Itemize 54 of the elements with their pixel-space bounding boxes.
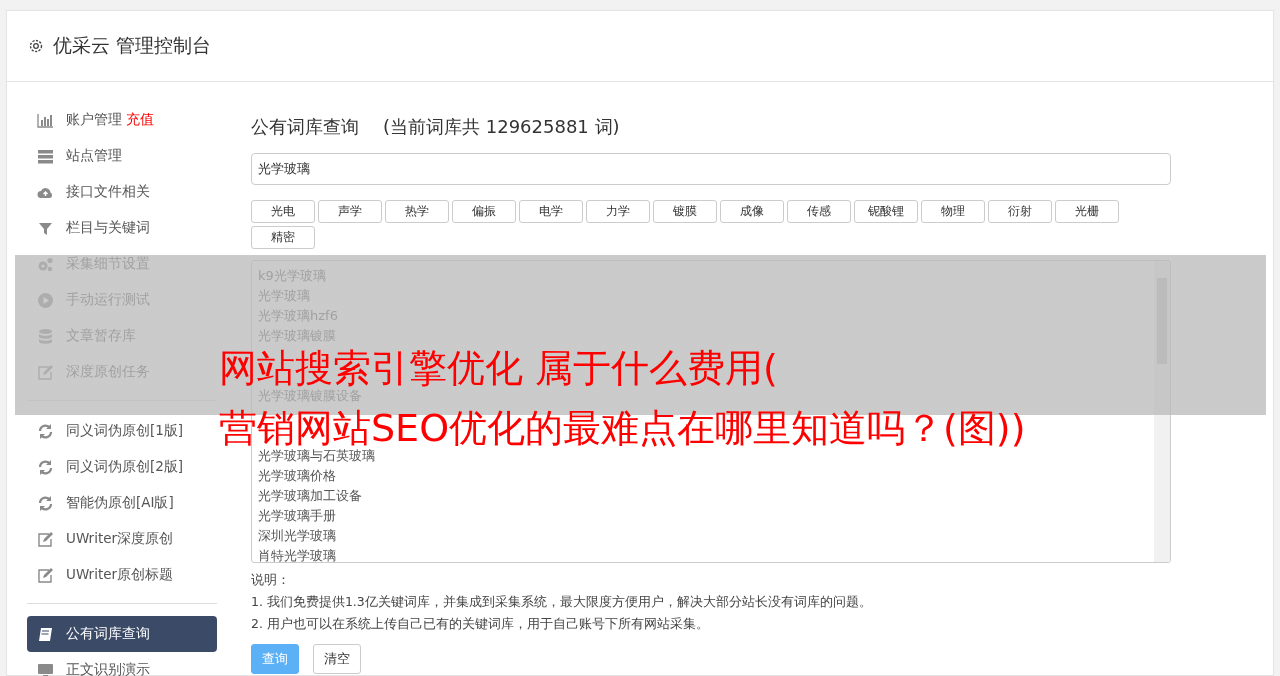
result-item[interactable]: 深圳光学玻璃 <box>258 526 1148 546</box>
bar-chart-icon <box>37 111 54 129</box>
result-item[interactable]: 光学玻璃价格 <box>258 466 1148 486</box>
edit-icon <box>37 363 54 381</box>
sidebar-item[interactable]: UWriter深度原创 <box>27 521 217 557</box>
note-text: 2. 用户也可以在系统上传自己已有的关键词库，用于自己账号下所有网站采集。 <box>251 616 710 633</box>
tag-button[interactable]: 成像 <box>720 200 784 223</box>
settings-icon <box>27 37 45 55</box>
notes-title: 说明： <box>251 572 291 589</box>
play-icon <box>37 291 54 309</box>
note-text: 1. 我们免费提供1.3亿关键词库，并集成到采集系统，最大限度方便用户，解决大部分站长没有词库的问题。 <box>251 594 873 611</box>
tag-button[interactable]: 热学 <box>385 200 449 223</box>
scrollbar[interactable] <box>1154 261 1170 562</box>
sidebar-item[interactable]: UWriter原创标题 <box>27 557 217 593</box>
sidebar-item[interactable]: 同义词伪原创[1版] <box>27 413 217 449</box>
sidebar-item[interactable]: 智能伪原创[AI版] <box>27 485 217 521</box>
result-item[interactable]: 肖特光学玻璃 <box>258 546 1148 562</box>
sidebar-item[interactable]: 站点管理 <box>27 138 217 174</box>
tag-button[interactable]: 光电 <box>251 200 315 223</box>
tag-button[interactable]: 镀膜 <box>653 200 717 223</box>
book-icon <box>37 625 54 643</box>
monitor-icon <box>37 661 54 676</box>
tag-button[interactable]: 偏振 <box>452 200 516 223</box>
database-icon <box>37 327 54 345</box>
result-item[interactable]: 光学玻璃与石英玻璃 <box>258 446 1148 466</box>
tag-button[interactable]: 衍射 <box>988 200 1052 223</box>
refresh-icon <box>37 494 54 512</box>
tag-button[interactable]: 力学 <box>586 200 650 223</box>
edit-icon <box>37 530 54 548</box>
server-icon <box>37 147 54 165</box>
sidebar-item[interactable]: 同义词伪原创[2版] <box>27 449 217 485</box>
refresh-icon <box>37 458 54 476</box>
tag-button[interactable]: 电学 <box>519 200 583 223</box>
tag-button[interactable]: 精密 <box>251 226 315 249</box>
sidebar-item[interactable]: 栏目与关键词 <box>27 210 217 246</box>
sidebar-item[interactable]: 接口文件相关 <box>27 174 217 210</box>
edit-icon <box>37 566 54 584</box>
sidebar-item[interactable]: 公有词库查询 <box>27 616 217 652</box>
clear-button[interactable]: 清空 <box>313 644 361 674</box>
sidebar-item[interactable]: 账户管理 充值 <box>27 102 217 138</box>
word-count: (当前词库共 129625881 词) <box>383 116 620 137</box>
refresh-icon <box>37 422 54 440</box>
tag-button[interactable]: 光栅 <box>1055 200 1119 223</box>
tag-button[interactable]: 声学 <box>318 200 382 223</box>
page-title: 公有词库查询 <box>251 116 359 137</box>
tag-button[interactable]: 传感 <box>787 200 851 223</box>
result-item[interactable]: 光学玻璃加工设备 <box>258 486 1148 506</box>
result-item[interactable]: 光学玻璃手册 <box>258 506 1148 526</box>
settings-icon <box>37 255 54 273</box>
console-title: 优采云 管理控制台 <box>53 33 212 58</box>
tag-button[interactable]: 物理 <box>921 200 985 223</box>
sidebar-item[interactable]: 正文识别演示 <box>27 652 217 676</box>
search-field[interactable]: 光学玻璃 <box>251 153 1171 185</box>
tag-button[interactable]: 铌酸锂 <box>854 200 918 223</box>
